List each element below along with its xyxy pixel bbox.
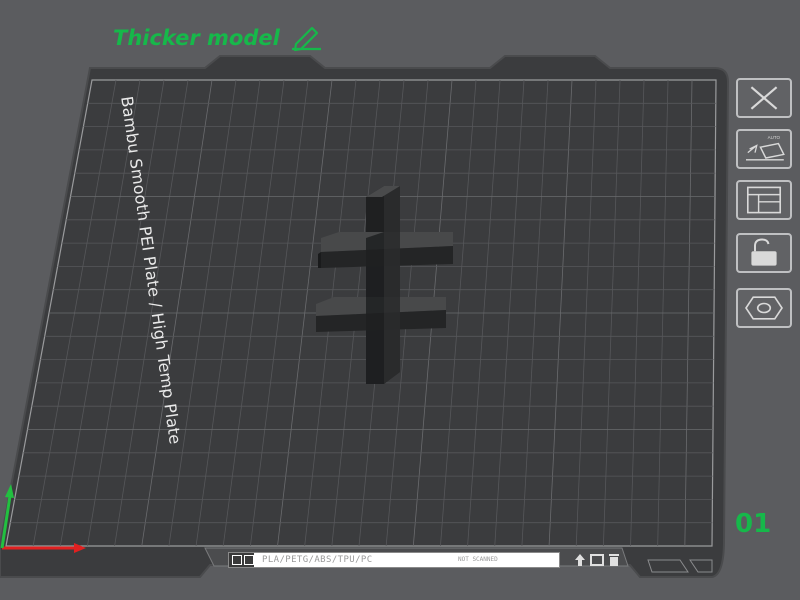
- plate-title-bar: Thicker model: [113, 24, 324, 52]
- plate-title[interactable]: Thicker model: [113, 26, 280, 50]
- edit-plate-name-button[interactable]: [290, 24, 324, 52]
- auto-label: AUTO: [768, 135, 781, 140]
- plate-square-icon[interactable]: [589, 553, 605, 567]
- close-plate-button[interactable]: [736, 78, 792, 118]
- lock-plate-button[interactable]: [736, 233, 792, 273]
- filament-types: PLA/PETG/ABS/TPU/PC: [262, 555, 373, 565]
- filament-status-bar[interactable]: PLA/PETG/ABS/TPU/PC NOT SCANNED: [228, 552, 560, 568]
- trash-icon[interactable]: [608, 553, 620, 567]
- plate-settings-button[interactable]: [736, 288, 792, 328]
- plate-status-icons: [229, 553, 254, 567]
- hex-gear-icon: [745, 296, 783, 320]
- auto-orient-button[interactable]: AUTO: [736, 129, 792, 169]
- plate-number: 01: [735, 509, 772, 539]
- filament-icon: [244, 555, 254, 565]
- plate-action-icons: [574, 551, 622, 569]
- scan-status: NOT SCANNED: [458, 556, 498, 563]
- grid-icon: [232, 555, 242, 565]
- close-icon: [750, 86, 778, 110]
- unlock-icon: [751, 238, 777, 266]
- build-plate-scene[interactable]: [0, 0, 800, 600]
- arrange-icon: [746, 186, 782, 214]
- upload-icon[interactable]: [574, 553, 586, 567]
- pencil-icon: [291, 26, 321, 52]
- arrange-button[interactable]: [736, 180, 792, 220]
- auto-orient-icon: AUTO: [746, 135, 785, 161]
